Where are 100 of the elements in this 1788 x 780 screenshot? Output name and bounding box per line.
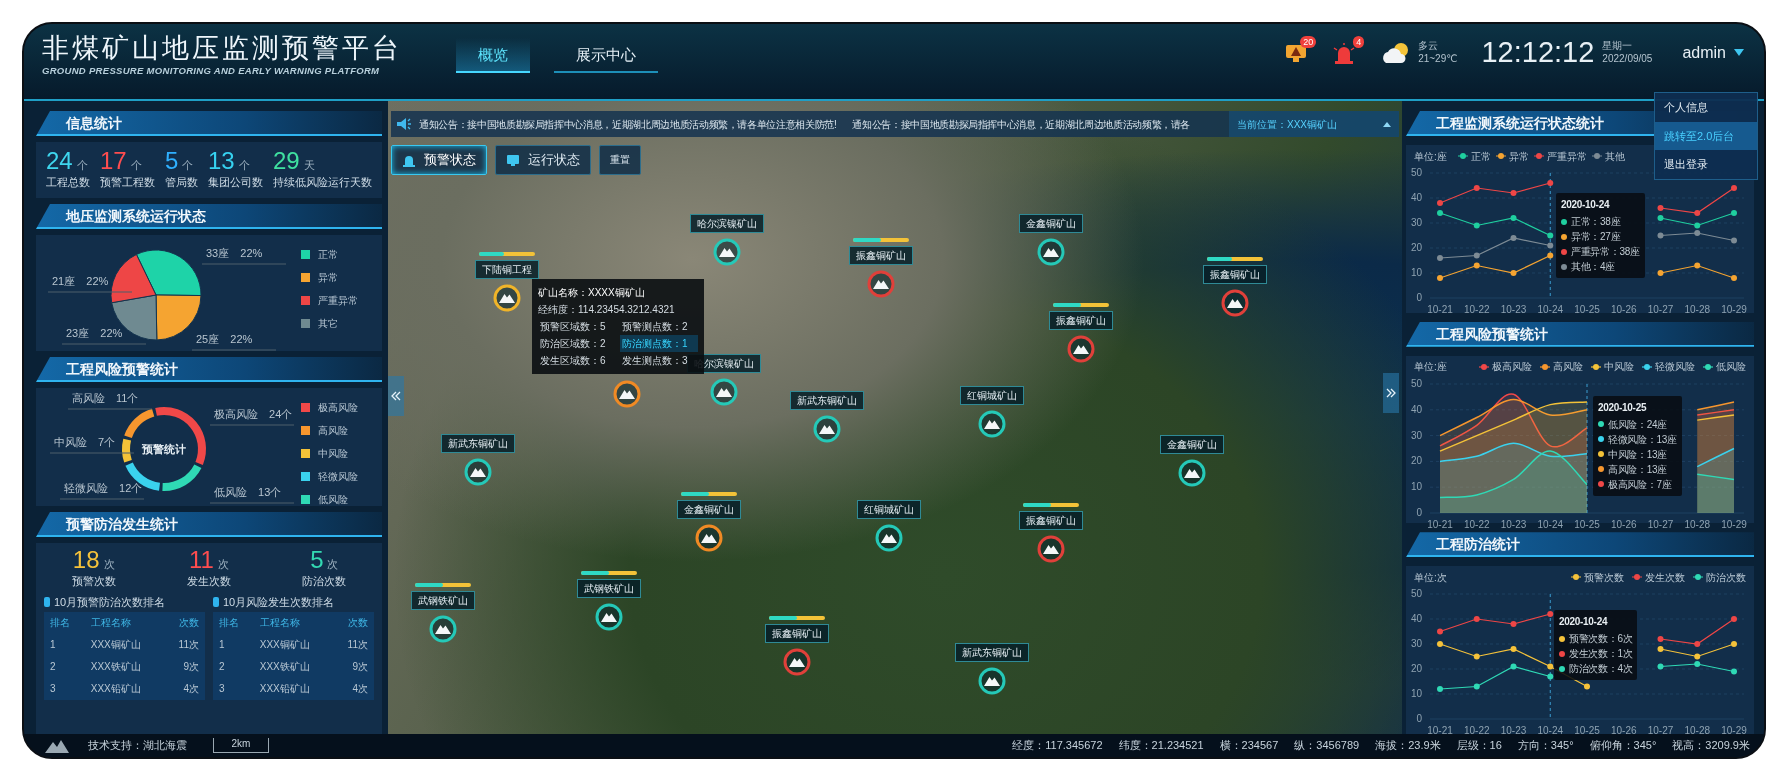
location-selector[interactable]: 当前位置：XXX铜矿山 (1229, 111, 1399, 137)
nav-tab[interactable]: 展示中心 (554, 38, 658, 73)
mountain-pin-icon[interactable] (866, 269, 896, 299)
axis-label: 10-27 (1647, 304, 1674, 315)
mountain-pin-icon[interactable] (1177, 458, 1207, 488)
unit-label: 单位:座 (1414, 360, 1447, 375)
panel-header: 工程风险预警统计 (1406, 321, 1754, 347)
mountain-pin-icon[interactable] (1066, 334, 1096, 364)
mountain-pin-icon[interactable] (492, 283, 522, 313)
stat-label: 预警工程数 (100, 175, 155, 191)
axis-label: 10-22 (1463, 725, 1490, 734)
legend-label: 其它 (318, 317, 338, 331)
readout-text: 海拔：23.9米 (1375, 738, 1441, 754)
table-cell: 9次 (332, 655, 374, 678)
legend-label: 发生次数 (1645, 570, 1685, 585)
ranking-title: 10月预警防治次数排名 (54, 594, 166, 610)
donut-center-label: 预警统计 (142, 443, 186, 455)
axis-label: 10-29 (1721, 304, 1747, 315)
axis-label: 10-24 (1537, 304, 1564, 315)
mountain-pin-icon[interactable] (612, 379, 642, 409)
axis-label: 10-23 (1500, 304, 1527, 315)
legend-label: 极高风险 (318, 401, 358, 415)
axis-label: 10-25 (1574, 304, 1600, 315)
collapse-left-button[interactable] (388, 376, 404, 416)
stat-label: 预警次数 (71, 574, 116, 590)
stat-value: 13 个 (208, 148, 251, 175)
mountain-pin-icon[interactable] (428, 614, 458, 644)
column-header: 排名 (213, 611, 254, 634)
legend-label: 预警次数 (1584, 570, 1624, 585)
mountain-pin-icon[interactable] (812, 414, 842, 444)
slice-label: 低风险 13个 (214, 486, 282, 498)
column-header: 次数 (163, 611, 205, 634)
slice-label: 高风险 11个 (72, 392, 139, 404)
mountain-pin-icon[interactable] (874, 523, 904, 553)
tooltip-text: 中风险：13座 (1608, 447, 1668, 462)
mountain-pin-icon[interactable] (1220, 288, 1250, 318)
marker-label: 新武东铜矿山 (955, 643, 1029, 662)
clock-time: 12:12:12 (1481, 38, 1595, 67)
axis-label: 40 (1410, 613, 1422, 625)
mountain-pin-icon[interactable] (1036, 237, 1066, 267)
table-cell: 1 (44, 633, 85, 656)
double-chevron-right-icon (1386, 388, 1396, 398)
axis-label: 10 (1410, 480, 1422, 492)
legend-label: 中风险 (1604, 360, 1634, 375)
popup-text: 预警测点数：2 (621, 320, 689, 334)
menu-item[interactable]: 退出登录 (1655, 150, 1757, 179)
notice-text: 通知公告：接中国地质勘探局指挥中心消息，近期湖北周边地质活动频繁，请各 (852, 117, 1191, 132)
panel-header: 信息统计 (36, 111, 382, 136)
table-cell: XXX铅矿山 (84, 677, 164, 700)
tooltip-title: 2020-10-25 (1598, 400, 1648, 415)
weather-condition: 多云 (1418, 40, 1440, 53)
stat-label: 防治次数 (302, 574, 347, 590)
axis-label: 0 (1416, 292, 1422, 303)
tooltip-text: 发生次数：1次 (1569, 647, 1633, 662)
mountain-pin-icon[interactable] (594, 602, 624, 632)
axis-label: 10-28 (1684, 304, 1711, 315)
map-toggle-button[interactable]: 运行状态 (495, 145, 591, 175)
caret-icon (1734, 49, 1744, 56)
marker-label: 新武东铜矿山 (790, 391, 864, 410)
axis-label: 10-28 (1684, 725, 1711, 734)
mountain-pin-icon[interactable] (694, 523, 724, 553)
legend-label: 防治次数 (1706, 570, 1746, 585)
app-subtitle: GROUND PRESSURE MONITORING AND EARLY WARNING PLATFORM (42, 63, 381, 78)
app-title: 非煤矿山地压监测预警平台 (42, 34, 403, 64)
mountain-pin-icon[interactable] (977, 409, 1007, 439)
map-placeholder[interactable] (388, 101, 1402, 734)
mountain-pin-icon[interactable] (709, 377, 739, 407)
mountain-pin-icon[interactable] (712, 237, 742, 267)
axis-label: 20 (1410, 663, 1422, 675)
marker-label: 下陆铜工程 (475, 260, 539, 279)
stat-value: 5 次 (309, 547, 340, 574)
siren-icon[interactable] (1332, 41, 1357, 64)
tooltip-text: 高风险：13座 (1608, 462, 1668, 477)
popup-text: 防治测点数：1 (620, 335, 698, 352)
column-header: 排名 (44, 611, 85, 634)
readout-text: 纵：3456789 (1294, 738, 1360, 754)
menu-item[interactable]: 跳转至2.0后台 (1655, 121, 1757, 150)
slice-label: 23座 22% (66, 327, 123, 339)
marker-label: 新武东铜矿山 (441, 434, 515, 453)
map-toggle-button[interactable]: 重置 (599, 145, 641, 175)
user-menu-button[interactable]: admin (1676, 39, 1750, 66)
nav-tab[interactable]: 概览 (456, 38, 530, 73)
date-text: 2022/09/05 (1602, 52, 1653, 65)
tooltip-text: 严重异常：38座 (1571, 245, 1640, 259)
axis-label: 10-26 (1610, 518, 1637, 530)
mountain-pin-icon[interactable] (977, 666, 1007, 696)
slice-label: 轻微风险 12个 (64, 482, 143, 494)
tooltip-title: 2020-10-24 (1561, 198, 1611, 212)
collapse-right-button[interactable] (1383, 373, 1399, 413)
legend-label: 异常 (318, 271, 338, 285)
map-toggle-button[interactable]: 预警状态 (391, 145, 487, 175)
mountain-pin-icon[interactable] (782, 647, 812, 677)
axis-label: 20 (1410, 455, 1422, 467)
unit-label: 单位:座 (1414, 149, 1447, 164)
slice-label: 21座 22% (52, 275, 109, 287)
mountain-pin-icon[interactable] (463, 457, 493, 487)
tooltip-text: 正常：38座 (1571, 215, 1621, 229)
notification-badge: 20 (1300, 35, 1317, 48)
axis-label: 10-29 (1721, 725, 1747, 734)
mountain-pin-icon[interactable] (1036, 534, 1066, 564)
